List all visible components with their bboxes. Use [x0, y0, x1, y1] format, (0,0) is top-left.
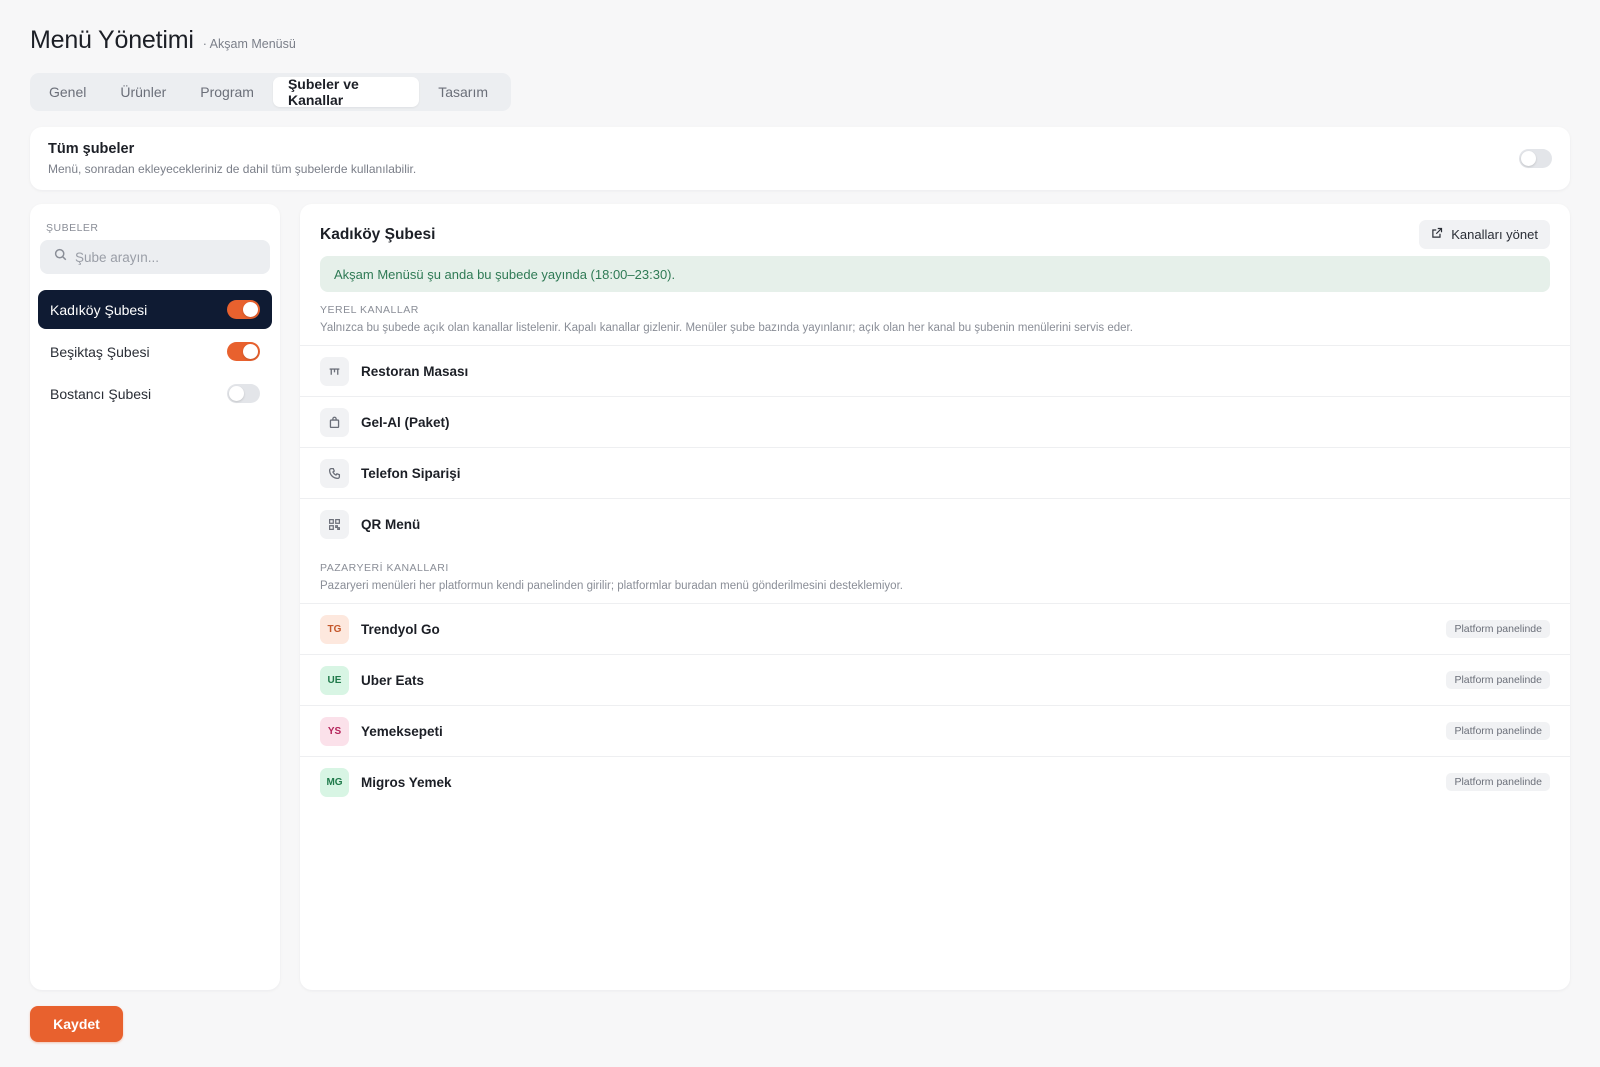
channel-label: Uber Eats: [361, 672, 425, 688]
status-badge: Platform panelinde: [1446, 671, 1550, 689]
branch-toggle-bostanci[interactable]: [227, 384, 260, 403]
list-item[interactable]: Telefon Siparişi: [300, 447, 1570, 498]
toggle-knob: [243, 344, 258, 359]
channel-label: Telefon Siparişi: [361, 465, 461, 481]
branch-sidebar: ŞUBELER Kadıköy Şubesi Beşiktaş Şubesi B…: [30, 204, 280, 990]
channel-label: Migros Yemek: [361, 774, 452, 790]
manage-channels-button[interactable]: Kanalları yönet: [1419, 220, 1550, 249]
list-item[interactable]: QR Menü: [300, 498, 1570, 549]
branch-list: Kadıköy Şubesi Beşiktaş Şubesi Bostancı …: [38, 290, 272, 416]
branch-toggle-kadikoy[interactable]: [227, 300, 260, 319]
marketplace-channels-heading: PAZARYERİ KANALLARI: [320, 562, 449, 574]
search-icon: [54, 248, 67, 266]
all-branches-description: Menü, sonradan ekleyecekleriniz de dahil…: [48, 162, 417, 176]
page-header: Menü Yönetimi · Akşam Menüsü: [30, 26, 296, 55]
platform-badge: TG: [320, 614, 349, 644]
all-branches-title: Tüm şubeler: [48, 141, 135, 157]
local-channels-description: Yalnızca bu şubede açık olan kanallar li…: [320, 322, 1133, 334]
branch-search-input[interactable]: [75, 249, 265, 265]
toggle-knob: [243, 302, 258, 317]
sidebar-item-bostanci[interactable]: Bostancı Şubesi: [38, 374, 272, 413]
save-button[interactable]: Kaydet: [30, 1006, 123, 1042]
status-badge: Platform panelinde: [1446, 773, 1550, 791]
marketplace-channel-list: TG Trendyol Go Platform panelinde UE Ube…: [300, 603, 1570, 807]
sidebar-label: ŞUBELER: [46, 222, 99, 234]
tab-genel[interactable]: Genel: [34, 77, 101, 107]
status-badge: Platform panelinde: [1446, 722, 1550, 740]
channel-label: QR Menü: [361, 516, 421, 532]
external-link-icon: [1431, 227, 1451, 242]
list-item[interactable]: YS Yemeksepeti Platform panelinde: [300, 705, 1570, 756]
phone-icon: [320, 458, 349, 488]
all-branches-card: Tüm şubeler Menü, sonradan ekleyecekleri…: [30, 127, 1570, 190]
status-badge: Platform panelinde: [1446, 620, 1550, 638]
marketplace-channels-description: Pazaryeri menüleri her platformun kendi …: [320, 580, 903, 592]
platform-badge: YS: [320, 716, 349, 746]
list-item[interactable]: MG Migros Yemek Platform panelinde: [300, 756, 1570, 807]
branch-name: Bostancı Şubesi: [50, 385, 152, 402]
branch-name: Kadıköy Şubesi: [50, 301, 148, 318]
branch-search[interactable]: [40, 240, 270, 274]
tab-urunler[interactable]: Ürünler: [105, 77, 181, 107]
tab-program[interactable]: Program: [185, 77, 269, 107]
list-item[interactable]: TG Trendyol Go Platform panelinde: [300, 603, 1570, 654]
qr-icon: [320, 509, 349, 539]
channel-label: Yemeksepeti: [361, 723, 443, 739]
channel-label: Restoran Masası: [361, 363, 469, 379]
list-item[interactable]: UE Uber Eats Platform panelinde: [300, 654, 1570, 705]
branch-toggle-besiktas[interactable]: [227, 342, 260, 361]
table-icon: [320, 356, 349, 386]
channel-label: Trendyol Go: [361, 621, 440, 637]
channel-label: Gel-Al (Paket): [361, 414, 450, 430]
page-title: Menü Yönetimi: [30, 26, 194, 54]
page-subtitle: · Akşam Menüsü: [202, 37, 296, 51]
bag-icon: [320, 407, 349, 437]
list-item[interactable]: Gel-Al (Paket): [300, 396, 1570, 447]
manage-channels-label: Kanalları yönet: [1451, 227, 1538, 242]
branch-name: Beşiktaş Şubesi: [50, 343, 150, 360]
local-channels-heading: YEREL KANALLAR: [320, 304, 419, 316]
branch-detail-panel: Kadıköy Şubesi Kanalları yönet Akşam Men…: [300, 204, 1570, 990]
local-channel-list: Restoran Masası Gel-Al (Paket) Telefon S…: [300, 345, 1570, 549]
branch-detail-title: Kadıköy Şubesi: [320, 226, 436, 243]
sidebar-item-kadikoy[interactable]: Kadıköy Şubesi: [38, 290, 272, 329]
platform-badge: UE: [320, 665, 349, 695]
tab-subeler-ve-kanallar[interactable]: Şubeler ve Kanallar: [272, 76, 420, 108]
list-item[interactable]: Restoran Masası: [300, 345, 1570, 396]
toggle-knob: [229, 386, 244, 401]
all-branches-toggle[interactable]: [1519, 149, 1552, 168]
tab-bar: Genel Ürünler Program Şubeler ve Kanalla…: [30, 73, 511, 111]
tab-tasarim[interactable]: Tasarım: [423, 77, 503, 107]
platform-badge: MG: [320, 767, 349, 797]
sidebar-item-besiktas[interactable]: Beşiktaş Şubesi: [38, 332, 272, 371]
toggle-knob: [1521, 151, 1536, 166]
live-status-notice: Akşam Menüsü şu anda bu şubede yayında (…: [320, 256, 1550, 292]
